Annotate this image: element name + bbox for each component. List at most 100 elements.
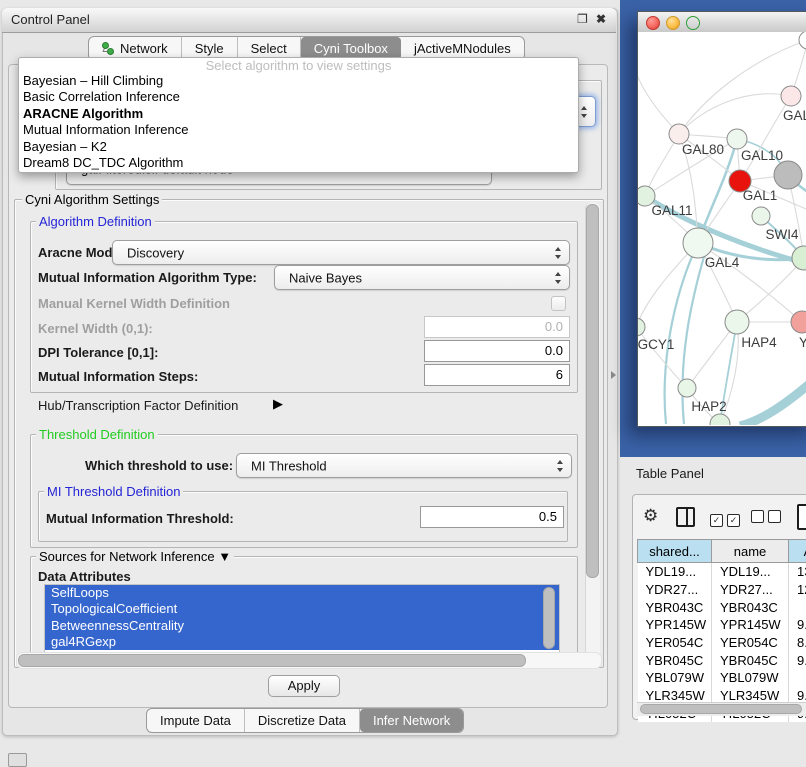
cell	[789, 598, 806, 616]
cell: YBR045C	[712, 651, 789, 669]
network-node-gal10[interactable]	[727, 129, 747, 149]
network-node[interactable]	[774, 161, 802, 189]
algorithm-option-mutual-information-inference[interactable]: Mutual Information Inference	[19, 122, 578, 138]
data-attributes-list[interactable]: SelfLoopsTopologicalCoefficientBetweenne…	[44, 584, 560, 656]
network-node-swi4[interactable]	[752, 207, 770, 225]
select-all-icon[interactable]: ✓✓	[710, 510, 744, 528]
hub-section-label: Hub/Transcription Factor Definition	[38, 398, 238, 413]
tab-discretize-data[interactable]: Discretize Data	[245, 709, 360, 732]
network-edge	[638, 72, 679, 134]
network-canvas[interactable]: GALGAL80GAL10GAL1GAL11SWI4GAL4GCY1HAP4YH…	[638, 32, 806, 425]
attribute-item-gal4rgexp[interactable]: gal4RGexp	[45, 634, 559, 650]
column-header-shared[interactable]: shared...	[638, 540, 712, 563]
cell: 8.	[789, 634, 806, 652]
gear-icon[interactable]: ⚙	[643, 506, 658, 526]
tab-impute-data[interactable]: Impute Data	[147, 709, 245, 732]
columns-icon[interactable]	[676, 507, 695, 527]
node-label: GAL11	[651, 203, 692, 218]
manual-kernel-checkbox[interactable]	[551, 296, 566, 311]
dropdown-prompt: Select algorithm to view settings	[19, 58, 578, 73]
column-header-a[interactable]: A	[789, 540, 806, 563]
network-node[interactable]	[799, 32, 806, 49]
network-node[interactable]	[792, 246, 806, 270]
node-label: GAL80	[682, 142, 724, 157]
tab-infer-network[interactable]: Infer Network	[360, 709, 463, 732]
network-window-titlebar[interactable]	[638, 12, 806, 33]
network-node-gal4[interactable]	[683, 228, 713, 258]
settings-horizontal-scrollbar-thumb[interactable]	[18, 654, 526, 667]
cell: YDR27...	[712, 581, 789, 599]
collapse-arrow-icon[interactable]: ▼	[218, 549, 231, 564]
network-node-gal[interactable]	[781, 86, 801, 106]
table-row[interactable]: YER054CYER054C8.	[638, 634, 806, 652]
tab-style-label: Style	[195, 41, 224, 56]
algorithm-option-basic-correlation-inference[interactable]: Basic Correlation Inference	[19, 89, 578, 105]
node-table: shared...nameA YDL19...YDL19...13YDR27..…	[637, 539, 806, 722]
table-row[interactable]: YDL19...YDL19...13	[638, 563, 806, 581]
cell: YBR043C	[712, 598, 789, 616]
network-node-hap2[interactable]	[678, 379, 696, 397]
attribute-item-betweennesscentrality[interactable]: BetweennessCentrality	[45, 618, 559, 634]
algorithm-definition-title: Algorithm Definition	[36, 214, 155, 229]
mi-algorithm-type-label: Mutual Information Algorithm Type:	[38, 270, 257, 285]
cell: YBL079W	[638, 669, 712, 687]
mi-steps-field[interactable]: 6	[424, 364, 570, 386]
deselect-all-icon[interactable]	[751, 510, 785, 528]
mi-algorithm-type-combo[interactable]: Naive Bayes	[274, 265, 570, 290]
cell: YPR145W	[712, 616, 789, 634]
close-icon[interactable]: ✖	[596, 12, 606, 26]
mi-steps-label: Mutual Information Steps:	[38, 369, 198, 384]
control-panel-titlebar[interactable]: Control Panel	[2, 8, 616, 33]
expand-arrow-icon[interactable]: ▶	[273, 396, 283, 412]
tab-infer-network-label: Infer Network	[373, 713, 450, 728]
algorithm-option-dream8-dc-tdc-algorithm[interactable]: Dream8 DC_TDC Algorithm	[19, 155, 578, 171]
table-panel-title: Table Panel	[636, 466, 704, 481]
mi-threshold-label: Mutual Information Threshold:	[46, 511, 234, 526]
settings-vertical-scrollbar-thumb[interactable]	[586, 204, 599, 578]
table-row[interactable]: YBR043CYBR043C	[638, 598, 806, 616]
algorithm-option-bayesian-k2[interactable]: Bayesian – K2	[19, 139, 578, 155]
cell	[789, 669, 806, 687]
attribute-item-topologicalcoefficient[interactable]: TopologicalCoefficient	[45, 601, 559, 617]
table-row[interactable]: YDR27...YDR27...12	[638, 581, 806, 599]
attribute-list-scrollbar-thumb[interactable]	[543, 587, 555, 649]
kernel-width-label: Kernel Width (0,1):	[38, 321, 153, 336]
kernel-width-field[interactable]: 0.0	[424, 316, 570, 338]
panel-splitter-arrow-icon[interactable]	[611, 371, 616, 379]
minimized-panel-icon[interactable]	[8, 753, 27, 767]
network-node-gal80[interactable]	[669, 124, 689, 144]
node-label: HAP4	[741, 335, 777, 350]
table-row[interactable]: YBL079WYBL079W	[638, 669, 806, 687]
settings-group-title: Cyni Algorithm Settings	[22, 192, 162, 207]
algorithm-option-bayesian-hill-climbing[interactable]: Bayesian – Hill Climbing	[19, 73, 578, 89]
file-icon[interactable]	[797, 504, 806, 530]
network-edge	[740, 380, 806, 425]
node-label: GAL1	[743, 188, 778, 203]
attribute-item-selfloops[interactable]: SelfLoops	[45, 585, 559, 601]
column-header-name[interactable]: name	[712, 540, 789, 563]
dpi-tolerance-field[interactable]: 0.0	[424, 340, 570, 362]
combo-stepper-icon	[580, 106, 588, 118]
network-node-gcy1[interactable]	[638, 318, 645, 336]
table-row[interactable]: YBR045CYBR045C9.	[638, 651, 806, 669]
minimize-traffic-icon[interactable]	[666, 16, 680, 30]
network-node[interactable]	[710, 414, 730, 425]
cell: YDL19...	[712, 563, 789, 581]
float-window-icon[interactable]: ❐	[577, 12, 588, 26]
cell: 9.	[789, 651, 806, 669]
table-horizontal-scrollbar-thumb[interactable]	[640, 704, 802, 714]
zoom-traffic-icon[interactable]	[686, 16, 700, 30]
node-label: Y	[799, 335, 806, 350]
node-label: HAP2	[691, 399, 726, 414]
table-row[interactable]: YPR145WYPR145W9.	[638, 616, 806, 634]
aracne-mode-value: Discovery	[127, 245, 184, 260]
apply-button[interactable]: Apply	[268, 675, 340, 697]
which-threshold-combo[interactable]: MI Threshold	[236, 453, 572, 478]
mi-threshold-field[interactable]: 0.5	[420, 506, 564, 528]
node-label: GAL10	[741, 148, 783, 163]
algorithm-option-aracne-algorithm[interactable]: ARACNE Algorithm	[19, 106, 578, 122]
network-node-hap4[interactable]	[725, 310, 749, 334]
close-traffic-icon[interactable]	[646, 16, 660, 30]
network-window[interactable]: GALGAL80GAL10GAL1GAL11SWI4GAL4GCY1HAP4YH…	[637, 11, 806, 427]
aracne-mode-combo[interactable]: Discovery	[112, 240, 570, 265]
